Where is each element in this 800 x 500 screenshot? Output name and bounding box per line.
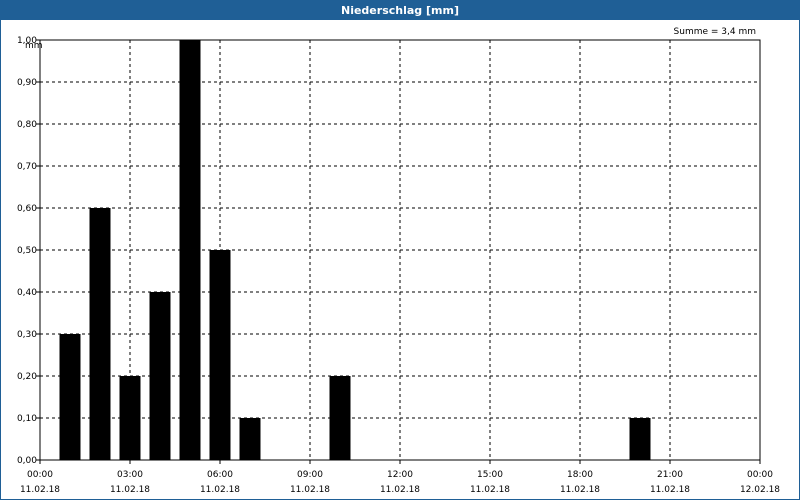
x-tick-date-label: 11.02.18	[380, 485, 420, 495]
x-tick-time-label: 12:00	[387, 470, 413, 480]
x-tick-date-label: 11.02.18	[470, 485, 510, 495]
x-tick-time-label: 00:00	[747, 470, 773, 480]
x-tick-time-label: 00:00	[27, 470, 53, 480]
x-tick-time-label: 21:00	[657, 470, 683, 480]
y-tick-label: 0,20	[17, 372, 37, 382]
y-tick-label: 0,90	[17, 78, 37, 88]
sum-label: Summe = 3,4 mm	[674, 27, 756, 37]
y-tick-label: 0,30	[17, 330, 37, 340]
precipitation-bar	[119, 376, 141, 460]
y-tick-label: 0,00	[17, 456, 37, 466]
precipitation-bar	[629, 418, 651, 460]
x-tick-date-label: 11.02.18	[650, 485, 690, 495]
precipitation-bar	[89, 208, 111, 460]
y-tick-label: 0,80	[17, 120, 37, 130]
precipitation-bar	[179, 40, 201, 460]
x-tick-date-label: 11.02.18	[20, 485, 60, 495]
y-tick-label: 0,60	[17, 204, 37, 214]
x-tick-time-label: 06:00	[207, 470, 233, 480]
x-tick-time-label: 15:00	[477, 470, 503, 480]
x-tick-date-label: 11.02.18	[200, 485, 240, 495]
precipitation-chart: Summe = 3,4 mm mm 0,000,100,200,300,400,…	[17, 27, 780, 495]
y-tick-label: 1,00	[17, 36, 37, 46]
x-tick-date-label: 11.02.18	[290, 485, 330, 495]
precipitation-bar	[59, 334, 81, 460]
precipitation-bar	[209, 250, 231, 460]
x-tick-date-label: 11.02.18	[560, 485, 600, 495]
x-tick-time-label: 18:00	[567, 470, 593, 480]
x-tick-time-label: 09:00	[297, 470, 323, 480]
y-tick-label: 0,40	[17, 288, 37, 298]
x-tick-date-label: 11.02.18	[110, 485, 150, 495]
precipitation-bar	[239, 418, 261, 460]
precipitation-bar	[149, 292, 171, 460]
x-tick-date-label: 12.02.18	[740, 485, 780, 495]
x-tick-time-label: 03:00	[117, 470, 143, 480]
y-tick-label: 0,50	[17, 246, 37, 256]
y-tick-label: 0,10	[17, 414, 37, 424]
precipitation-bar	[329, 376, 351, 460]
y-tick-label: 0,70	[17, 162, 37, 172]
